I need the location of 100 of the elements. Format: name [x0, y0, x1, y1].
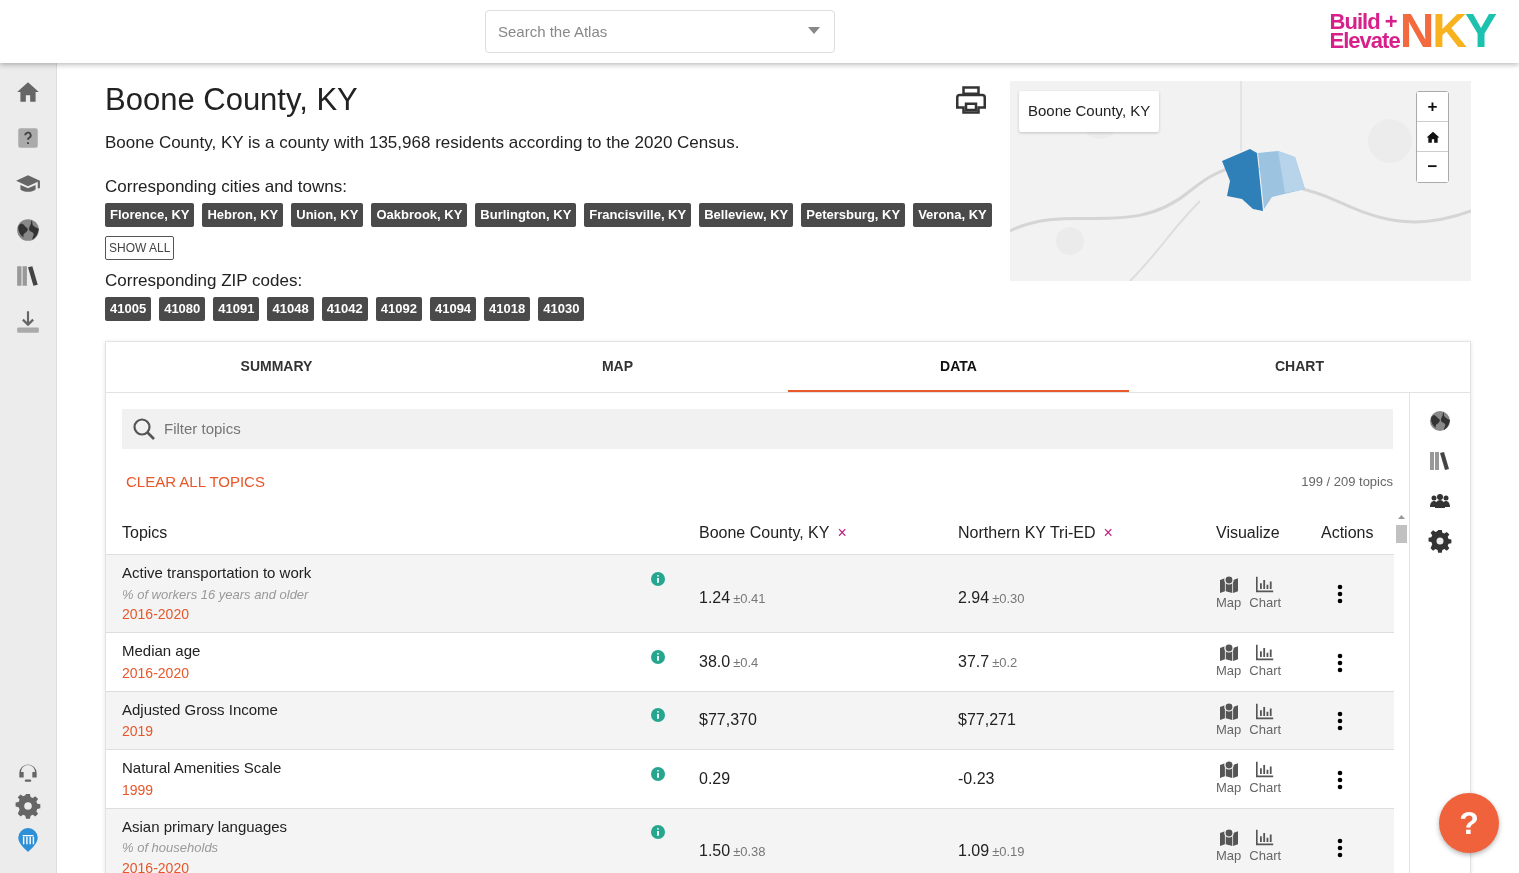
zip-tag[interactable]: 41092 [375, 297, 422, 321]
page-title: Boone County, KY [105, 81, 359, 119]
info-icon[interactable] [651, 708, 665, 723]
tab[interactable]: DATA [788, 341, 1129, 392]
chart-button[interactable]: Chart [1249, 760, 1282, 798]
zip-tag[interactable]: 41048 [267, 297, 314, 321]
info-icon[interactable] [651, 571, 665, 586]
city-tag[interactable]: Union, KY [291, 203, 364, 227]
zip-tag[interactable]: 41005 [105, 297, 152, 321]
map-button[interactable]: Map [1216, 828, 1242, 866]
books-icon[interactable] [15, 263, 41, 289]
city-tag[interactable]: Burlington, KY [475, 203, 577, 227]
zip-tag[interactable]: 41091 [213, 297, 260, 321]
margin-of-error: ±0.38 [733, 843, 766, 862]
topic-subtitle: % of workers 16 years and older [122, 585, 310, 604]
value: 37.7 [958, 651, 990, 672]
zip-tag[interactable]: 41030 [538, 297, 585, 321]
map-button[interactable]: Map [1216, 760, 1242, 798]
more-options-icon[interactable] [1337, 837, 1343, 858]
home-icon [1425, 129, 1440, 144]
map-button[interactable]: Map [1216, 701, 1242, 740]
map-icon [1218, 828, 1239, 847]
chart-icon [1255, 643, 1276, 662]
info-icon[interactable] [651, 649, 665, 664]
download-icon[interactable] [15, 309, 41, 335]
map-button[interactable]: Map [1216, 643, 1242, 681]
column-header: Topics [122, 522, 168, 543]
chart-button[interactable]: Chart [1249, 643, 1282, 681]
city-tag[interactable]: Belleview, KY [699, 203, 794, 227]
zip-tag[interactable]: 41080 [159, 297, 206, 321]
column-header: Visualize [1216, 522, 1280, 543]
map-icon [1218, 760, 1239, 779]
settings-icon[interactable] [1428, 528, 1452, 553]
city-tag[interactable]: Hebron, KY [202, 203, 284, 227]
city-tag[interactable]: Petersburg, KY [801, 203, 906, 227]
logo-letter: Y [1465, 4, 1495, 57]
pin-icon[interactable] [15, 827, 41, 853]
topic-years: 1999 [122, 780, 155, 800]
description: Boone County, KY is a county with 135,968 residents according to the 2020 Census. [105, 132, 741, 155]
chart-button[interactable]: Chart [1249, 701, 1282, 740]
topic-name[interactable]: Adjusted Gross Income [122, 698, 651, 722]
more-options-icon[interactable] [1337, 652, 1343, 673]
topic-name[interactable]: Natural Amenities Scale [122, 757, 651, 780]
tab[interactable]: SUMMARY [106, 341, 447, 392]
logo-letter: N [1399, 4, 1433, 57]
info-icon[interactable] [651, 825, 665, 840]
city-tag[interactable]: Florence, KY [105, 203, 195, 227]
zoom-in-button[interactable]: + [1417, 92, 1448, 122]
city-tag[interactable]: Oakbrook, KY [371, 203, 468, 227]
topic-name[interactable]: Median age [122, 640, 651, 663]
topic-years: 2016-2020 [122, 605, 190, 625]
value: 1.50 [699, 841, 731, 862]
more-options-icon[interactable] [1337, 584, 1343, 605]
topic-subtitle: % of households [122, 839, 220, 858]
value: 0.29 [699, 768, 731, 789]
map-tooltip: Boone County, KY [1019, 91, 1160, 132]
margin-of-error: ±0.19 [992, 843, 1025, 862]
tab[interactable]: CHART [1129, 341, 1470, 392]
section-label: Corresponding ZIP codes: [105, 269, 304, 292]
globe-icon[interactable] [15, 217, 41, 243]
clear-all-link[interactable]: CLEAR ALL TOPICS [126, 470, 265, 494]
section-label: Corresponding cities and towns: [105, 175, 348, 198]
logo-letter: K [1432, 4, 1465, 57]
search-field[interactable]: Search the Atlas [485, 10, 835, 53]
margin-of-error: ±0.2 [992, 653, 1018, 672]
zip-tag[interactable]: 41042 [321, 297, 368, 321]
chart-button[interactable]: Chart [1249, 828, 1282, 866]
map-button[interactable]: Map [1216, 574, 1242, 613]
map-icon [1218, 643, 1239, 662]
column-header: Northern KY Tri-ED [958, 522, 1096, 543]
margin-of-error: ±0.4 [733, 653, 759, 672]
globe-icon[interactable] [1428, 408, 1452, 433]
zip-tag[interactable]: 41094 [429, 297, 477, 321]
topic-name[interactable]: Asian primary languages [122, 815, 651, 839]
show-all-button[interactable]: SHOW ALL [105, 235, 175, 260]
chart-icon [1255, 760, 1276, 779]
value: $77,370 [699, 710, 757, 731]
topic-years: 2019 [122, 722, 155, 742]
help-icon[interactable] [15, 125, 41, 151]
zip-tag[interactable]: 41018 [484, 297, 531, 321]
column-header: Boone County, KY [699, 522, 830, 543]
city-tag[interactable]: Verona, KY [913, 203, 992, 227]
map-icon [1218, 701, 1239, 720]
print-icon[interactable] [956, 85, 986, 115]
chart-icon [1255, 574, 1276, 593]
city-tag[interactable]: Francisville, KY [584, 203, 692, 227]
info-icon[interactable] [651, 766, 665, 781]
map-icon [1218, 574, 1239, 593]
chart-icon [1255, 828, 1276, 847]
remove-button[interactable]: × [1103, 520, 1113, 545]
more-options-icon[interactable] [1337, 711, 1343, 732]
caret-icon[interactable] [808, 27, 820, 34]
filter-field[interactable]: Filter topics [122, 408, 1393, 449]
topic-name[interactable]: Active transportation to work [122, 562, 651, 585]
more-options-icon[interactable] [1337, 769, 1343, 790]
value: $77,271 [958, 710, 1016, 731]
topic-count: 199 / 209 topics [1301, 473, 1393, 492]
chart-button[interactable]: Chart [1249, 574, 1282, 613]
value: 1.24 [699, 587, 731, 608]
remove-button[interactable]: × [837, 520, 847, 545]
